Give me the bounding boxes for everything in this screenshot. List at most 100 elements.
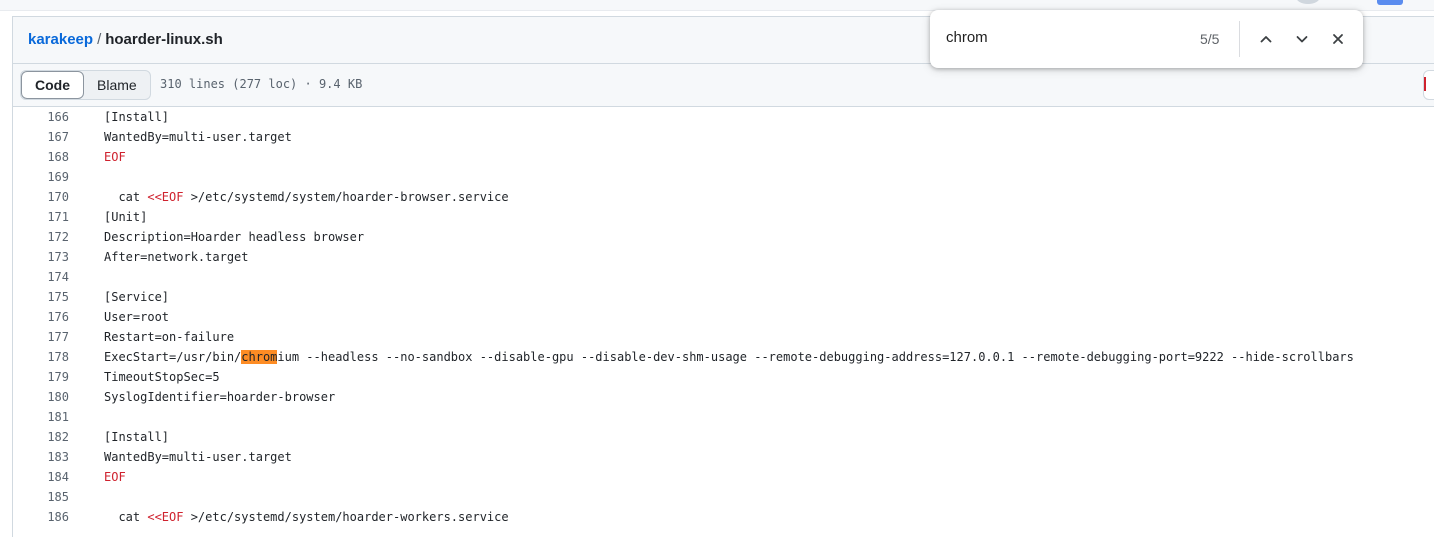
breadcrumb-repo-link[interactable]: karakeep: [28, 31, 93, 48]
line-number[interactable]: 171: [13, 207, 69, 227]
notification-badge[interactable]: [1377, 0, 1403, 5]
code-line: 176 User=root: [13, 307, 1433, 327]
line-content: [Install]: [104, 427, 169, 447]
code-line: 168 EOF: [13, 147, 1433, 167]
find-match-count: 5/5: [1200, 31, 1220, 47]
line-number[interactable]: 178: [13, 347, 69, 367]
code-token: [Service]: [104, 290, 170, 304]
find-bar: 5/5: [930, 10, 1363, 68]
line-number[interactable]: 167: [13, 127, 69, 147]
blame-tab[interactable]: Blame: [84, 71, 150, 99]
line-number[interactable]: 176: [13, 307, 69, 327]
line-number[interactable]: 175: [13, 287, 69, 307]
line-number[interactable]: 183: [13, 447, 69, 467]
code-line: 167 WantedBy=multi-user.target: [13, 127, 1433, 147]
code-line: 183 WantedBy=multi-user.target: [13, 447, 1433, 467]
line-content: EOF: [104, 147, 126, 167]
line-number[interactable]: 180: [13, 387, 69, 407]
line-content: Restart=on-failure: [104, 327, 234, 347]
code-line: 175 [Service]: [13, 287, 1433, 307]
avatar[interactable]: [1296, 0, 1320, 4]
code-line: 182 [Install]: [13, 427, 1433, 447]
file-toolbar: Code Blame 310 lines (277 loc) · 9.4 KB: [13, 64, 1434, 107]
line-content: WantedBy=multi-user.target: [104, 127, 292, 147]
line-number[interactable]: 169: [13, 167, 69, 187]
line-number[interactable]: 168: [13, 147, 69, 167]
code-token: >/etc/systemd/system/hoarder-workers.ser…: [183, 510, 509, 524]
find-close-button[interactable]: [1326, 27, 1350, 51]
code-tab[interactable]: Code: [21, 71, 84, 99]
line-number[interactable]: 182: [13, 427, 69, 447]
code-token: [Unit]: [104, 210, 148, 224]
code-listing: 166 [Install] 167 WantedBy=multi-user.targe…: [13, 107, 1433, 527]
line-content: WantedBy=multi-user.target: [104, 447, 292, 467]
line-number[interactable]: 184: [13, 467, 69, 487]
search-match-highlight: chrom: [241, 350, 278, 364]
chevron-up-icon: [1260, 36, 1272, 43]
code-keyword: EOF: [104, 150, 126, 164]
line-content: User=root: [104, 307, 169, 327]
file-info: 310 lines (277 loc) · 9.4 KB: [160, 77, 363, 91]
find-previous-button[interactable]: [1254, 27, 1278, 51]
close-icon: [1333, 34, 1343, 44]
line-content: EOF: [104, 467, 126, 487]
line-content: cat <<EOF >/etc/systemd/system/hoarder-b…: [104, 187, 509, 207]
find-next-button[interactable]: [1290, 27, 1314, 51]
code-token: ExecStart=/usr/bin/: [104, 350, 242, 364]
code-token: SyslogIdentifier=hoarder-browser: [104, 390, 336, 404]
code-token: [Install]: [104, 110, 170, 124]
code-token: ium --headless --no-sandbox --disable-gp…: [277, 350, 1354, 364]
code-line: 171 [Unit]: [13, 207, 1433, 227]
view-toggle: Code Blame: [20, 70, 151, 100]
line-number[interactable]: 174: [13, 267, 69, 287]
code-line: 178 ExecStart=/usr/bin/chromium --headles…: [13, 347, 1433, 367]
code-token: User=root: [104, 310, 170, 324]
line-number[interactable]: 186: [13, 507, 69, 527]
code-line: 184 EOF: [13, 467, 1433, 487]
code-line: 166 [Install]: [13, 107, 1433, 127]
code-token: [Install]: [104, 430, 170, 444]
line-number[interactable]: 185: [13, 487, 69, 507]
line-content: Description=Hoarder headless browser: [104, 227, 364, 247]
code-line: 179 TimeoutStopSec=5: [13, 367, 1433, 387]
line-content: ExecStart=/usr/bin/chromium --headless -…: [104, 347, 1354, 367]
line-content: [Service]: [104, 287, 169, 307]
line-number[interactable]: 173: [13, 247, 69, 267]
line-number[interactable]: 181: [13, 407, 69, 427]
line-content: SyslogIdentifier=hoarder-browser: [104, 387, 335, 407]
code-line: 172 Description=Hoarder headless browser: [13, 227, 1433, 247]
code-line: 185: [13, 487, 1433, 507]
code-line: 181: [13, 407, 1433, 427]
line-content: [Unit]: [104, 207, 147, 227]
code-token: WantedBy=multi-user.target: [104, 130, 292, 144]
line-number[interactable]: 177: [13, 327, 69, 347]
code-token: Description=Hoarder headless browser: [104, 230, 365, 244]
breadcrumb: karakeep / hoarder-linux.sh: [28, 31, 223, 48]
code-line: 169: [13, 167, 1433, 187]
code-token: >/etc/systemd/system/hoarder-browser.ser…: [183, 190, 509, 204]
code-keyword: EOF: [104, 470, 126, 484]
line-content: [Install]: [104, 107, 169, 127]
toolbar-action-button[interactable]: [1423, 70, 1434, 100]
line-content: After=network.target: [104, 247, 249, 267]
line-number[interactable]: 179: [13, 367, 69, 387]
code-line: 170 cat <<EOF >/etc/systemd/system/hoard…: [13, 187, 1433, 207]
line-number[interactable]: 172: [13, 227, 69, 247]
breadcrumb-separator: /: [97, 31, 102, 48]
code-token: TimeoutStopSec=5: [104, 370, 220, 384]
line-number[interactable]: 166: [13, 107, 69, 127]
code-line: 173 After=network.target: [13, 247, 1433, 267]
code-token: After=network.target: [104, 250, 249, 264]
line-content: TimeoutStopSec=5: [104, 367, 220, 387]
code-token: Restart=on-failure: [104, 330, 235, 344]
code-line: 177 Restart=on-failure: [13, 327, 1433, 347]
find-input[interactable]: [946, 29, 1176, 46]
line-number[interactable]: 170: [13, 187, 69, 207]
code-token: WantedBy=multi-user.target: [104, 450, 292, 464]
code-keyword: <<EOF: [147, 510, 184, 524]
code-keyword: <<EOF: [147, 190, 184, 204]
find-divider: [1239, 21, 1240, 57]
code-line: 180 SyslogIdentifier=hoarder-browser: [13, 387, 1433, 407]
code-token: cat: [104, 510, 148, 524]
chevron-down-icon: [1296, 36, 1308, 43]
